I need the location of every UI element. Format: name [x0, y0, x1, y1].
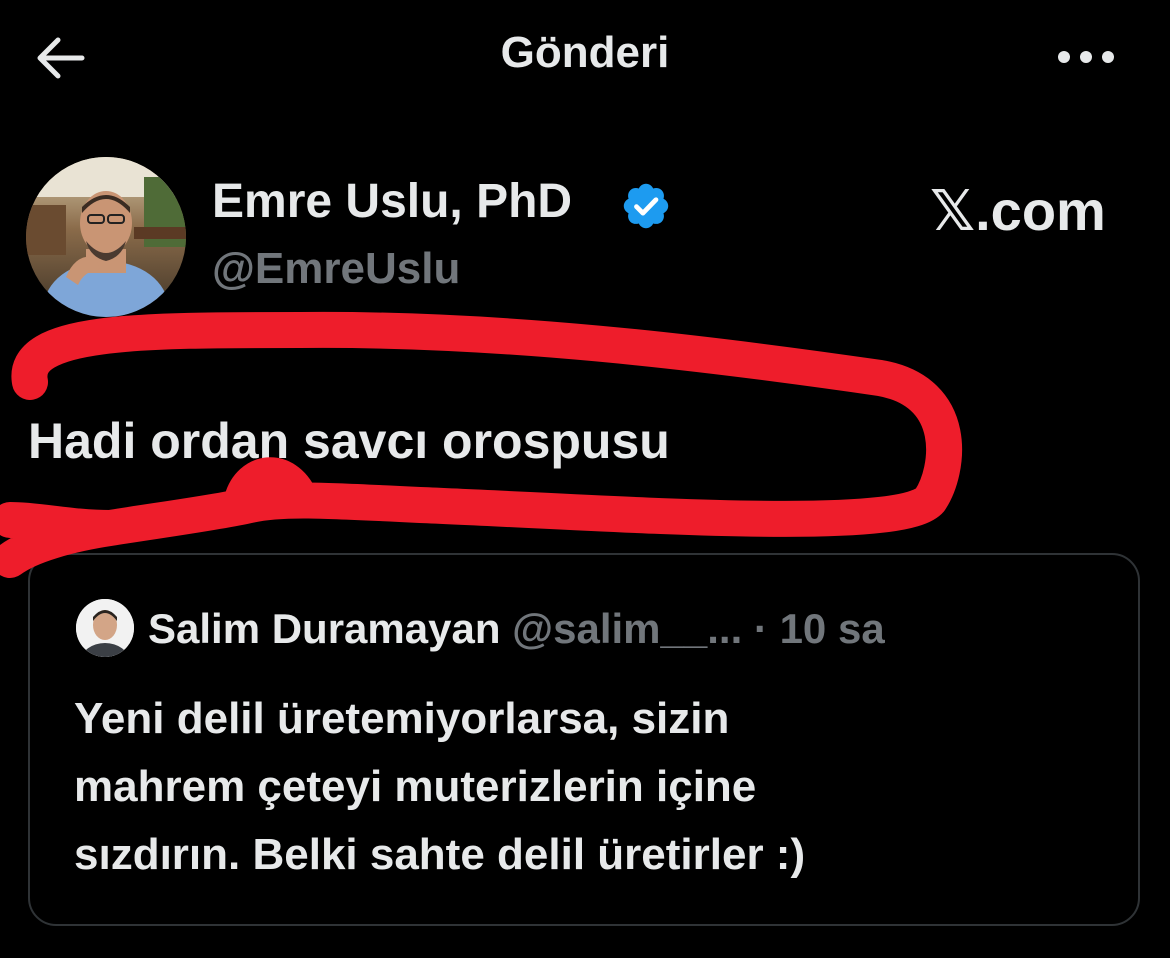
- author-handle[interactable]: @EmreUslu: [212, 244, 460, 294]
- quote-author-handle: @salim__...: [512, 605, 743, 652]
- quote-header: Salim Duramayan @salim__... · 10 sa: [148, 605, 885, 653]
- post-screen: Gönderi Emre Uslu, PhD @EmreUslu 𝕏.com H…: [0, 0, 1170, 958]
- quote-author-photo: [76, 599, 134, 657]
- quote-separator: ·: [742, 605, 780, 652]
- quoted-tweet-card[interactable]: Salim Duramayan @salim__... · 10 sa Yeni…: [28, 553, 1140, 926]
- author-avatar[interactable]: [26, 157, 186, 317]
- quote-text: Yeni delil üretemiyorlarsa, sizin mahrem…: [74, 685, 1114, 889]
- quote-author-avatar: [76, 599, 134, 657]
- page-title: Gönderi: [500, 28, 670, 77]
- quote-text-line: mahrem çeteyi muterizlerin içine: [74, 762, 757, 811]
- verified-badge-icon: [623, 183, 669, 229]
- quote-author-name: Salim Duramayan: [148, 605, 501, 652]
- quote-timestamp: 10 sa: [779, 605, 885, 652]
- tweet-text: Hadi ordan savcı orospusu: [28, 413, 670, 469]
- more-horizontal-icon: [1058, 51, 1114, 63]
- watermark-text: 𝕏.com: [930, 179, 1106, 242]
- more-options-button[interactable]: [1050, 32, 1122, 82]
- quote-text-line: sızdırın. Belki sahte delil üretirler :): [74, 830, 806, 879]
- top-bar: Gönderi: [0, 0, 1170, 115]
- author-photo: [26, 157, 186, 317]
- quote-text-line: Yeni delil üretemiyorlarsa, sizin: [74, 694, 730, 743]
- author-name[interactable]: Emre Uslu, PhD: [212, 174, 572, 229]
